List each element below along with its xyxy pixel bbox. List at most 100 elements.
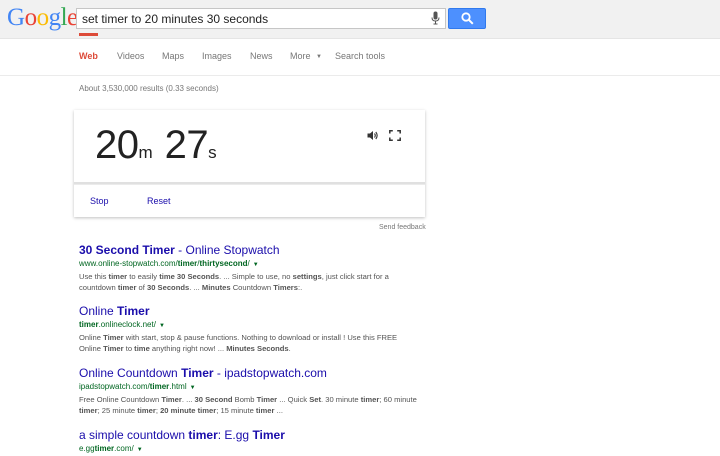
text-run: .onlineclock.net/: [98, 320, 156, 329]
fullscreen-icon[interactable]: [389, 128, 401, 146]
bold-text: timer: [149, 382, 170, 391]
timer-seconds-unit: s: [208, 143, 217, 162]
stop-button[interactable]: Stop: [90, 196, 109, 206]
text-run: e.gg: [79, 444, 95, 453]
text-run: Online: [79, 333, 104, 342]
bold-text: Timer: [161, 395, 182, 404]
result-stats: About 3,530,000 results (0.33 seconds): [79, 84, 219, 93]
bold-text: timer: [108, 272, 128, 281]
text-run: to easily: [127, 272, 160, 281]
text-run: ; 60 minute: [379, 395, 417, 404]
result-url: www.online-stopwatch.com/timer /thirtysec…: [79, 258, 439, 271]
result-title-link[interactable]: Online Countdown Timer - ipadstopwatch.c…: [79, 366, 439, 380]
text-run: . ... Simple to use, no: [219, 272, 293, 281]
tab-maps[interactable]: Maps: [162, 51, 184, 61]
text-run: ipadstopwatch.com/: [79, 382, 150, 391]
bold-text: Timer: [181, 366, 214, 380]
result-title-link[interactable]: a simple countdown timer: E.gg Timer: [79, 428, 439, 442]
timer-card: 20m 27s Stop Reset: [74, 110, 425, 217]
result-snippet: Free Online Countdown Timer. ... 30 Seco…: [79, 394, 419, 416]
timer-display: 20m 27s: [95, 123, 229, 168]
bold-text: 30 Second: [194, 395, 233, 404]
bold-text: Timer: [117, 304, 150, 318]
google-logo[interactable]: Google: [7, 5, 78, 31]
text-run: .com/: [114, 444, 134, 453]
bold-text: timer: [94, 444, 115, 453]
tab-more[interactable]: More ▼: [290, 51, 322, 61]
text-run: ... Quick: [277, 395, 310, 404]
bold-text: Minutes: [201, 283, 231, 292]
microphone-icon[interactable]: [431, 11, 440, 30]
bold-text: Minutes Seconds: [226, 344, 289, 353]
bold-text: timer: [360, 395, 380, 404]
sound-icon[interactable]: [367, 128, 379, 146]
text-run: . ...: [181, 395, 195, 404]
send-feedback-link[interactable]: Send feedback: [379, 224, 426, 231]
card-divider: [74, 184, 425, 185]
tab-videos[interactable]: Videos: [117, 51, 144, 61]
bold-text: time 30 Seconds: [159, 272, 220, 281]
result-snippet: Online Timer with start, stop & pause fu…: [79, 332, 419, 354]
bold-text: Timer: [103, 333, 124, 342]
bold-text: thirtysecond: [199, 259, 248, 268]
search-button[interactable]: [448, 8, 486, 29]
text-run: Use this: [79, 272, 109, 281]
bold-text: 30 Second Timer: [79, 243, 175, 257]
text-run: to: [123, 344, 135, 353]
result-url: e.ggtimer.com/▼: [79, 443, 439, 456]
search-input[interactable]: [82, 11, 422, 26]
timer-minutes-unit: m: [138, 143, 153, 162]
timer-seconds: 27: [164, 123, 209, 167]
text-run: .html: [169, 382, 187, 391]
text-run: /: [247, 259, 250, 268]
text-run: - Online Stopwatch: [174, 243, 280, 257]
reset-button[interactable]: Reset: [147, 196, 171, 206]
text-run: Bomb: [232, 395, 257, 404]
result-url-text: ipadstopwatch.com/timer.html: [79, 382, 187, 391]
bold-text: 30 Seconds: [146, 283, 190, 292]
dropdown-caret-icon[interactable]: ▼: [190, 385, 196, 391]
result-title-link[interactable]: Online Timer: [79, 304, 439, 318]
text-run: Free Online Countdown: [79, 395, 162, 404]
text-run: . 30 minute: [321, 395, 361, 404]
dropdown-caret-icon: ▼: [316, 54, 322, 60]
search-result: a simple countdown timer: E.gg Timer e.g…: [79, 428, 439, 456]
magnifier-icon: [461, 12, 474, 25]
search-result: Online Countdown Timer - ipadstopwatch.c…: [79, 366, 439, 416]
bold-text: timer: [79, 320, 99, 329]
bold-text: Set: [309, 395, 322, 404]
text-run: . ...: [189, 283, 202, 292]
text-run: Online Countdown: [79, 366, 182, 380]
bold-text: Timer: [252, 428, 285, 442]
bold-text: timer: [137, 406, 156, 415]
text-run: :.: [297, 283, 303, 292]
result-url-text: e.ggtimer.com/: [79, 444, 134, 453]
bold-text: Timers: [273, 283, 298, 292]
bold-text: settings: [292, 272, 322, 281]
dropdown-caret-icon[interactable]: ▼: [253, 262, 259, 268]
tab-more-label: More: [290, 51, 311, 61]
tab-news[interactable]: News: [250, 51, 273, 61]
bold-text: Timer: [103, 344, 124, 353]
tab-search-tools[interactable]: Search tools: [335, 51, 385, 61]
bold-text: 20 minute timer: [160, 406, 217, 415]
search-result: 30 Second Timer - Online Stopwatch www.o…: [79, 243, 439, 293]
bold-text: timer: [117, 283, 137, 292]
text-run: Online: [79, 304, 118, 318]
text-run: Countdown: [230, 283, 274, 292]
bold-text: timer: [255, 406, 275, 415]
search-box[interactable]: [76, 8, 446, 29]
result-url-text: timer.onlineclock.net/: [79, 320, 156, 329]
search-result: Online Timer timer.onlineclock.net/▼ Onl…: [79, 304, 439, 354]
active-tab-underline: [79, 33, 98, 36]
tab-images[interactable]: Images: [202, 51, 232, 61]
result-snippet: Use this timer to easily time 30 Seconds…: [79, 271, 419, 293]
dropdown-caret-icon[interactable]: ▼: [159, 323, 165, 329]
text-run: - ipadstopwatch.com: [213, 366, 327, 380]
result-title-link[interactable]: 30 Second Timer - Online Stopwatch: [79, 243, 439, 257]
text-run: ; 15 minute: [216, 406, 256, 415]
result-url-text: www.online-stopwatch.com/timer /thirtysec…: [79, 259, 250, 268]
text-run: www.online-stopwatch.com/: [79, 259, 178, 268]
result-url: timer.onlineclock.net/▼: [79, 319, 439, 332]
tab-web[interactable]: Web: [79, 51, 98, 61]
